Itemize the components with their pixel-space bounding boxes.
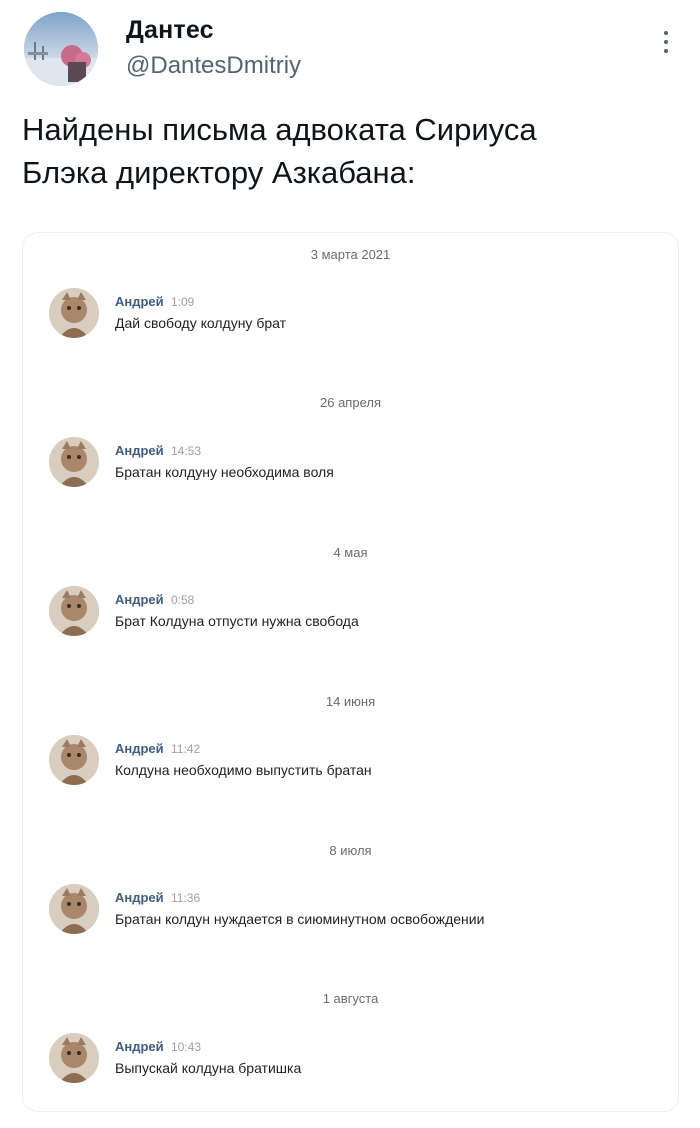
more-dot-icon: [664, 49, 668, 53]
date-separator: 1 августа: [322, 991, 379, 1006]
tweet-header: Дантес @DantesDmitriy: [20, 10, 680, 86]
message-time: 14:53: [171, 444, 202, 458]
chat-message: Андрей 14:53 Братан колдуну необходима в…: [49, 437, 669, 497]
message-time: 0:58: [171, 593, 195, 607]
message-time: 11:36: [171, 891, 201, 905]
message-time: 1:09: [171, 295, 195, 309]
chat-message: Андрей 1:09 Дай свободу колдуну брат: [49, 288, 669, 348]
message-text: Братан колдун нуждается в сиюминутном ос…: [115, 911, 485, 927]
tweet-text-line: Блэка директору Азкабана:: [22, 155, 416, 190]
sender-avatar[interactable]: [49, 586, 99, 636]
more-dot-icon: [664, 31, 668, 35]
chat-screenshot-card[interactable]: 3 марта 2021 Андрей 1:09 Дай свободу кол…: [22, 232, 679, 1112]
more-options-button[interactable]: [652, 24, 680, 60]
sender-avatar[interactable]: [49, 1033, 99, 1083]
date-separator: 4 мая: [333, 545, 368, 560]
date-separator: 3 марта 2021: [310, 247, 391, 262]
date-separator: 26 апреля: [320, 395, 381, 410]
user-handle[interactable]: @DantesDmitriy: [126, 52, 301, 80]
message-text: Колдуна необходимо выпустить братан: [115, 762, 372, 778]
sender-name[interactable]: Андрей: [115, 1039, 164, 1054]
message-text: Выпускай колдуна братишка: [115, 1060, 302, 1076]
message-text: Дай свободу колдуну брат: [115, 315, 287, 331]
chat-message: Андрей 11:42 Колдуна необходимо выпустит…: [49, 735, 669, 795]
profile-avatar[interactable]: [24, 12, 98, 86]
sender-name[interactable]: Андрей: [115, 443, 164, 458]
sender-name[interactable]: Андрей: [115, 592, 164, 607]
sender-name[interactable]: Андрей: [115, 741, 164, 756]
tweet-text-line: Найдены письма адвоката Сириуса: [22, 112, 537, 147]
sender-name[interactable]: Андрей: [115, 890, 164, 905]
message-time: 11:42: [171, 742, 201, 756]
sender-name[interactable]: Андрей: [115, 294, 164, 309]
date-separator: 8 июля: [329, 843, 372, 858]
sender-avatar[interactable]: [49, 735, 99, 785]
date-separator: 14 июня: [325, 694, 376, 709]
chat-message: Андрей 11:36 Братан колдун нуждается в с…: [49, 884, 669, 944]
message-text: Брат Колдуна отпусти нужна свобода: [115, 613, 359, 629]
sender-avatar[interactable]: [49, 437, 99, 487]
message-time: 10:43: [171, 1040, 202, 1054]
tweet-text: Найдены письма адвоката Сириуса Блэка ди…: [22, 108, 672, 194]
message-text: Братан колдуну необходима воля: [115, 464, 334, 480]
display-name[interactable]: Дантес: [126, 16, 214, 45]
chat-message: Андрей 10:43 Выпускай колдуна братишка: [49, 1033, 669, 1093]
more-dot-icon: [664, 40, 668, 44]
sender-avatar[interactable]: [49, 884, 99, 934]
chat-message: Андрей 0:58 Брат Колдуна отпусти нужна с…: [49, 586, 669, 646]
sender-avatar[interactable]: [49, 288, 99, 338]
